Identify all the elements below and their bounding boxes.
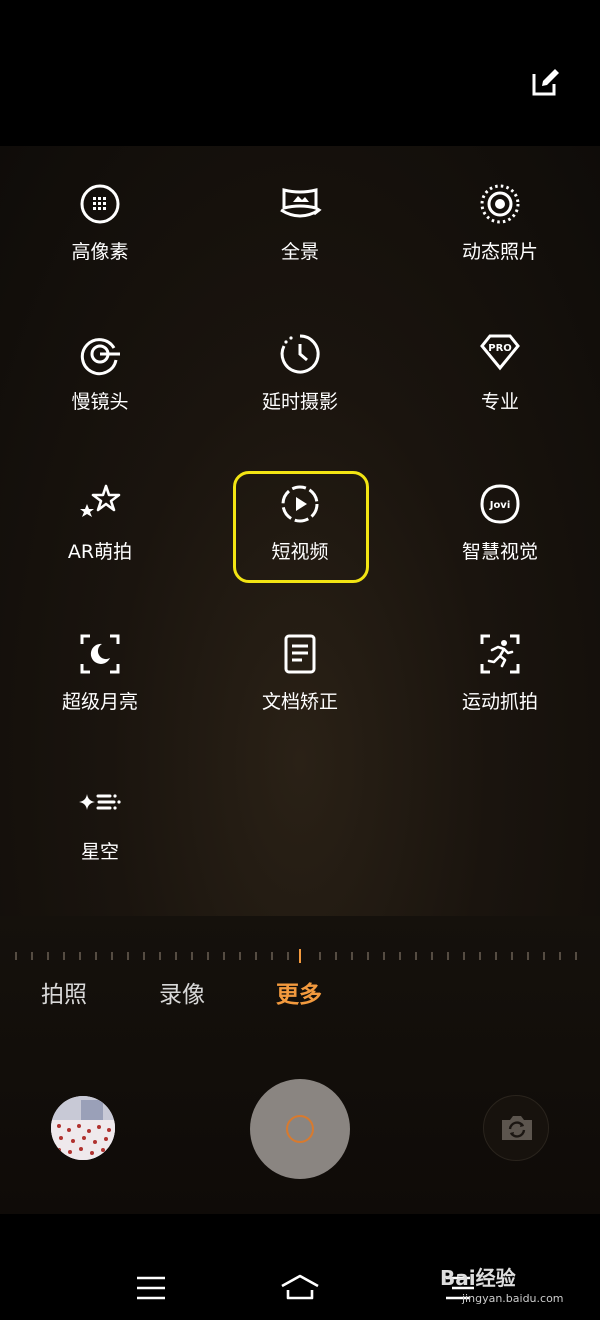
panorama-icon (280, 188, 322, 218)
jovi-icon: Jovi (480, 484, 520, 524)
switch-camera-button[interactable] (483, 1095, 549, 1161)
jovi-icon-text: Jovi (489, 500, 511, 511)
super-moon-icon (80, 634, 120, 674)
gallery-thumbnail[interactable] (51, 1096, 115, 1160)
mode-label: 全景 (280, 241, 319, 263)
time-lapse-icon (280, 334, 320, 374)
high-pixel-icon (80, 184, 120, 224)
tab-photo[interactable]: 拍照 (41, 975, 87, 1009)
mode-label: 专业 (480, 391, 519, 413)
watermark-url: jingyan.baidu.com (462, 1292, 564, 1305)
mode-document[interactable]: 文档矫正 (200, 632, 400, 782)
mode-label: 动态照片 (461, 241, 538, 263)
mode-label: 高像素 (71, 241, 129, 263)
shutter-inner-ring (286, 1115, 314, 1143)
starry-sky-icon (79, 794, 121, 810)
pro-icon: PRO (480, 334, 520, 371)
gallery-thumbnail-image (51, 1096, 115, 1160)
highlight-box (233, 471, 369, 583)
switch-camera-icon (502, 1116, 532, 1140)
mode-ar-stickers[interactable]: AR萌拍 (0, 482, 200, 632)
tab-video[interactable]: 录像 (159, 975, 205, 1009)
mode-jovi-vision[interactable]: Jovi 智慧视觉 (400, 482, 600, 632)
mode-pro[interactable]: PRO 专业 (400, 332, 600, 482)
mode-time-lapse[interactable]: 延时摄影 (200, 332, 400, 482)
mode-label: 延时摄影 (261, 391, 338, 413)
mode-label: AR萌拍 (67, 541, 133, 563)
menu-icon[interactable] (131, 1268, 171, 1308)
sport-capture-icon (480, 634, 520, 674)
mode-live-photo[interactable]: 动态照片 (400, 182, 600, 332)
mode-tabs: 拍照 录像 更多 (0, 975, 600, 1015)
mode-super-moon[interactable]: 超级月亮 (0, 632, 200, 782)
live-photo-icon (480, 184, 520, 224)
ar-stars-icon (80, 484, 121, 517)
mode-panorama[interactable]: 全景 (200, 182, 400, 332)
mode-sport-capture[interactable]: 运动抓拍 (400, 632, 600, 782)
mode-high-pixel[interactable]: 高像素 (0, 182, 200, 332)
mode-starry-sky[interactable]: 星空 (0, 782, 200, 932)
mode-label: 文档矫正 (261, 691, 338, 713)
watermark-logo: Bai经验 (440, 1266, 516, 1290)
edit-icon[interactable] (530, 66, 562, 98)
slow-motion-icon (80, 338, 120, 376)
shutter-button[interactable] (250, 1079, 350, 1179)
home-icon[interactable] (280, 1268, 320, 1308)
mode-label: 智慧视觉 (461, 541, 538, 563)
mode-label: 星空 (80, 841, 119, 863)
tab-more[interactable]: 更多 (276, 975, 322, 1009)
mode-label: 超级月亮 (61, 691, 138, 713)
mode-slow-motion[interactable]: 慢镜头 (0, 332, 200, 482)
top-bar (0, 0, 600, 146)
mode-ruler[interactable] (0, 946, 600, 966)
document-icon (284, 634, 316, 674)
mode-label: 运动抓拍 (461, 691, 538, 713)
mode-label: 慢镜头 (71, 391, 129, 413)
pro-icon-text: PRO (488, 343, 512, 354)
